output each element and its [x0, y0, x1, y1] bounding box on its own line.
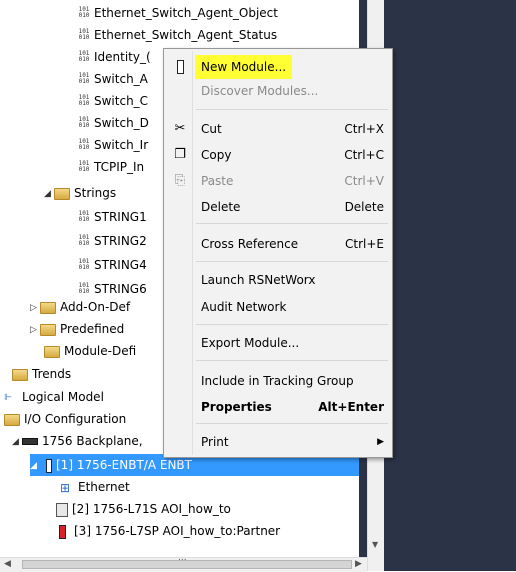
tree-item-logical-model[interactable]: ⊩ Logical Model: [4, 386, 104, 408]
module-icon: [46, 458, 52, 473]
model-icon: ⊩: [4, 392, 12, 403]
menu-item-cut[interactable]: ✂ Cut Ctrl+X: [164, 117, 392, 141]
menu-item-delete[interactable]: Delete Delete: [164, 195, 392, 219]
tree-item[interactable]: 101 010 Ethernet_Switch_Agent_Object: [78, 2, 278, 24]
horizontal-scrollbar[interactable]: ◀ ... ▶: [0, 553, 367, 572]
tree-item-backplane[interactable]: ◢ 1756 Backplane,: [12, 430, 143, 452]
paste-icon: ⎘: [174, 173, 186, 188]
folder-icon: [4, 413, 20, 426]
scissors-icon: ✂: [174, 121, 186, 136]
binary-tag-icon: 101 010: [78, 72, 90, 85]
tree-item[interactable]: 101 010 Switch_D: [78, 112, 149, 134]
binary-tag-icon: 101 010: [78, 234, 90, 247]
binary-tag-icon: 101 010: [78, 94, 90, 107]
menu-separator: [196, 324, 388, 325]
tree-item-add-on-defined[interactable]: ▷ Add-On-Def: [30, 296, 130, 318]
tree-item[interactable]: 101 010 Ethernet_Switch_Agent_Status: [78, 24, 278, 46]
menu-item-new-module[interactable]: New Module...: [164, 55, 392, 79]
tree-item-partner-controller[interactable]: [3] 1756-L7SP AOI_how_to:Partner: [56, 520, 280, 542]
folder-icon: [40, 301, 56, 314]
tree-item-module-defined[interactable]: Module-Defi: [44, 340, 136, 362]
binary-tag-icon: 101 010: [78, 160, 90, 173]
tree-item-controller[interactable]: [2] 1756-L71S AOI_how_to: [56, 498, 231, 520]
scroll-left-arrow-icon[interactable]: ◀: [4, 559, 11, 569]
binary-tag-icon: 101 010: [78, 258, 90, 271]
copy-icon: ❐: [174, 147, 186, 162]
menu-item-launch-rsnetworx[interactable]: Launch RSNetWorx: [164, 268, 392, 292]
folder-icon: [40, 323, 56, 336]
tree-item[interactable]: 101 010 Identity_(: [78, 46, 151, 68]
menu-separator: [196, 223, 388, 224]
binary-tag-icon: 101 010: [78, 28, 90, 41]
menu-item-cross-reference[interactable]: Cross Reference Ctrl+E: [164, 232, 392, 256]
tree-item[interactable]: 101 010 Switch_A: [78, 68, 148, 90]
menu-item-include-tracking-group[interactable]: Include in Tracking Group: [164, 369, 392, 393]
menu-item-export-module[interactable]: Export Module...: [164, 331, 392, 355]
expand-arrow-icon[interactable]: ▷: [30, 319, 40, 341]
network-icon: ⊞: [60, 480, 71, 495]
folder-icon: [44, 345, 60, 358]
tree-item-ethernet[interactable]: ⊞ Ethernet: [60, 476, 130, 498]
submenu-arrow-icon: ▶: [377, 437, 384, 447]
binary-tag-icon: 101 010: [78, 50, 90, 63]
tree-item-trends[interactable]: Trends: [12, 363, 71, 385]
menu-item-properties[interactable]: Properties Alt+Enter: [164, 395, 392, 419]
scroll-thumb[interactable]: ...: [22, 553, 352, 569]
tree-item[interactable]: 101 010 Switch_Ir: [78, 134, 149, 156]
folder-icon: [12, 368, 28, 381]
binary-tag-icon: 101 010: [78, 116, 90, 129]
controller-icon: [56, 502, 68, 517]
expand-arrow-icon[interactable]: ▷: [30, 297, 40, 319]
menu-separator: [196, 109, 388, 110]
menu-item-audit-network[interactable]: Audit Network: [164, 295, 392, 319]
binary-tag-icon: 101 010: [78, 138, 90, 151]
folder-icon: [54, 187, 70, 200]
backplane-icon: [22, 438, 38, 445]
menu-separator: [196, 423, 388, 424]
scroll-down-arrow-icon[interactable]: ▼: [372, 540, 378, 549]
collapse-arrow-icon[interactable]: ◢: [30, 455, 40, 477]
tree-item-strings[interactable]: ◢ Strings: [44, 182, 116, 204]
binary-tag-icon: 101 010: [78, 210, 90, 223]
menu-separator: [196, 261, 388, 262]
tree-item[interactable]: 101 010 TCPIP_In: [78, 156, 145, 178]
collapse-arrow-icon[interactable]: ◢: [12, 431, 22, 453]
menu-item-copy[interactable]: ❐ Copy Ctrl+C: [164, 143, 392, 167]
menu-item-print[interactable]: Print ▶: [164, 430, 392, 454]
menu-separator: [196, 360, 388, 361]
binary-tag-icon: 101 010: [78, 282, 90, 295]
binary-tag-icon: 101 010: [78, 6, 90, 19]
menu-item-discover-modules[interactable]: Discover Modules...: [164, 79, 392, 103]
tree-item[interactable]: 101 010 Switch_C: [78, 90, 148, 112]
context-menu: New Module... Discover Modules... ✂ Cut Ct…: [163, 48, 393, 458]
scroll-right-arrow-icon[interactable]: ▶: [355, 559, 362, 569]
tree-item[interactable]: 101 010 STRING4: [78, 254, 147, 276]
collapse-arrow-icon[interactable]: ◢: [44, 183, 54, 205]
menu-item-paste[interactable]: ⎘ Paste Ctrl+V: [164, 169, 392, 193]
tree-item-predefined[interactable]: ▷ Predefined: [30, 318, 124, 340]
new-module-icon: [172, 59, 188, 75]
tree-item-io-configuration[interactable]: I/O Configuration: [4, 408, 126, 430]
tree-item[interactable]: 101 010 STRING2: [78, 230, 147, 252]
partner-controller-icon: [59, 524, 66, 539]
tree-item[interactable]: 101 010 STRING1: [78, 206, 147, 228]
